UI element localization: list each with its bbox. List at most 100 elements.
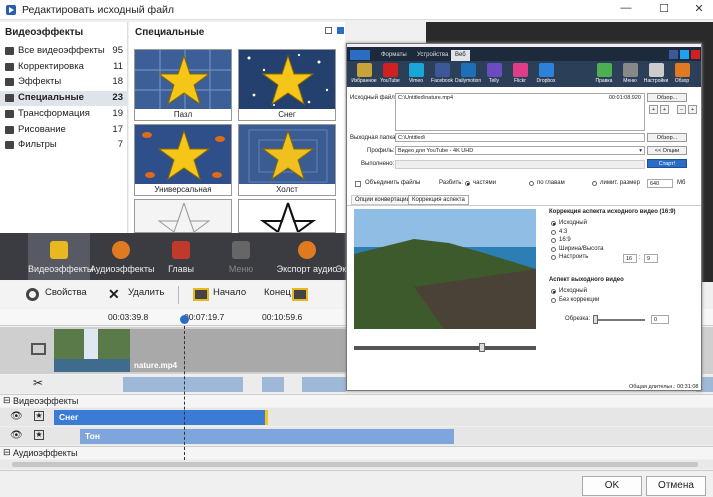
close-icon[interactable]: ✕: [685, 2, 713, 18]
view-toggle-active-icon[interactable]: [337, 27, 344, 34]
category-item[interactable]: Корректировка 11: [0, 60, 128, 75]
add-icon[interactable]: +: [649, 105, 658, 114]
tab-audio-effects[interactable]: Аудиоэффекты: [90, 233, 154, 280]
audio-effects-group[interactable]: ⊟ Аудиоэффекты: [0, 446, 713, 459]
video-clip[interactable]: nature.mp4: [54, 329, 346, 372]
gear-icon[interactable]: [26, 288, 39, 301]
segment[interactable]: [123, 377, 243, 392]
avs-service-button[interactable]: Dropbox: [533, 63, 559, 84]
add-icon[interactable]: +: [660, 105, 669, 114]
category-item[interactable]: Специальные 23: [0, 91, 128, 107]
split-parts-radio[interactable]: [465, 181, 470, 186]
film-track-icon: [31, 343, 46, 355]
aspect-option-radio[interactable]: [551, 289, 556, 294]
ok-button[interactable]: OK: [582, 476, 642, 496]
effect-thumb-universal[interactable]: Универсальная система...: [134, 124, 232, 196]
avs-service-button[interactable]: Telly: [481, 63, 507, 84]
subtab-options[interactable]: Опции конвертации: [351, 195, 414, 205]
delete-button[interactable]: Удалить: [128, 287, 164, 298]
segment[interactable]: [262, 377, 284, 392]
avs-tab-web[interactable]: Веб: [451, 50, 470, 61]
remove-icon[interactable]: −: [677, 105, 686, 114]
playhead-handle[interactable]: [180, 315, 189, 324]
category-item[interactable]: Рисование 17: [0, 123, 128, 138]
preview-seek-bar[interactable]: [354, 346, 536, 350]
cancel-button[interactable]: Отмена: [646, 476, 706, 496]
effect-clip-snow[interactable]: Снег: [54, 410, 268, 425]
avs-service-button[interactable]: Избранное: [351, 63, 377, 84]
maximize-icon[interactable]: ☐: [650, 2, 678, 18]
category-item[interactable]: Все видеоэффекты 95: [0, 44, 128, 59]
end-marker-icon[interactable]: [292, 288, 308, 301]
aspect-option-radio[interactable]: [551, 238, 556, 244]
horizontal-scrollbar[interactable]: [0, 460, 713, 469]
crop-value-field[interactable]: 0: [651, 315, 669, 324]
crop-value: 0: [654, 317, 658, 323]
subtab-aspect[interactable]: Коррекция аспекта: [408, 195, 469, 205]
aspect-option-radio[interactable]: [551, 246, 556, 252]
crop-slider-handle[interactable]: [593, 315, 598, 324]
view-toggle-icon[interactable]: [325, 27, 332, 34]
properties-button[interactable]: Свойства: [45, 287, 87, 298]
avs-service-button[interactable]: Dailymotion: [455, 63, 481, 84]
twitter-icon[interactable]: [680, 50, 689, 59]
avs-service-button[interactable]: Flickr: [507, 63, 533, 84]
join-checkbox[interactable]: [355, 181, 361, 187]
effect-thumb-outline[interactable]: [238, 199, 336, 233]
avs-service-button[interactable]: Vimeo: [403, 63, 429, 84]
menu-icon[interactable]: [350, 50, 370, 60]
output-browse-button[interactable]: Обзор...: [647, 133, 687, 142]
minimize-icon[interactable]: —: [612, 2, 640, 18]
start-marker-icon[interactable]: [193, 288, 209, 301]
effect-thumb-sketch[interactable]: [134, 199, 232, 233]
split-size-radio[interactable]: [592, 181, 597, 186]
segment[interactable]: [302, 377, 346, 392]
delete-x-icon[interactable]: ✕: [108, 286, 120, 303]
output-folder-field[interactable]: C:\Untitled\: [395, 133, 645, 142]
custom-height-field[interactable]: 9: [644, 254, 658, 263]
effect-clip-tone[interactable]: Тон: [80, 429, 454, 444]
avs-tab-devices[interactable]: Устройства: [413, 50, 452, 61]
tab-menu[interactable]: Меню: [210, 233, 272, 280]
seek-handle[interactable]: [479, 343, 485, 352]
avs-service-button[interactable]: Меню: [617, 63, 643, 84]
collapse-icon[interactable]: ⊟: [3, 447, 11, 458]
video-effects-group[interactable]: ⊟ Видеоэффекты: [0, 394, 713, 407]
effect-thumb-snow[interactable]: Снег: [238, 49, 336, 121]
eye-icon[interactable]: 👁: [10, 411, 23, 422]
aspect-option-radio[interactable]: [551, 229, 556, 235]
crop-slider[interactable]: [593, 319, 645, 321]
end-button[interactable]: Конец: [264, 287, 291, 298]
add-icon[interactable]: +: [688, 105, 697, 114]
collapse-icon[interactable]: ⊟: [3, 395, 11, 406]
tab-chapters[interactable]: Главы: [150, 233, 212, 280]
eye-icon[interactable]: 👁: [10, 430, 23, 441]
aspect-option-radio[interactable]: [551, 298, 556, 303]
source-browse-button[interactable]: Обзор...: [647, 93, 687, 102]
split-chapters-radio[interactable]: [529, 181, 534, 186]
avs-service-button[interactable]: Настройки: [643, 63, 669, 84]
avs-tab-formats[interactable]: Форматы: [377, 50, 411, 61]
start-convert-button[interactable]: Старт!: [647, 159, 687, 168]
effect-thumb-canvas[interactable]: Холст: [238, 124, 336, 196]
aspect-option-radio[interactable]: [551, 255, 556, 261]
category-item[interactable]: Трансформация 19: [0, 107, 128, 122]
facebook-icon[interactable]: [669, 50, 678, 59]
avs-service-button[interactable]: Правка: [591, 63, 617, 84]
options-button[interactable]: << Опции: [647, 146, 687, 155]
youtube-small-icon[interactable]: [691, 50, 700, 59]
avs-service-button[interactable]: YouTube: [377, 63, 403, 84]
category-item[interactable]: Эффекты 18: [0, 75, 128, 90]
custom-width-field[interactable]: 16: [623, 254, 637, 263]
avs-service-button[interactable]: Facebook: [429, 63, 455, 84]
tab-video-effects[interactable]: Видеоэффекты: [28, 233, 93, 280]
size-field[interactable]: 640: [647, 179, 673, 188]
scroll-thumb[interactable]: [12, 462, 698, 467]
aspect-option-radio[interactable]: [551, 221, 556, 226]
start-button[interactable]: Начало: [213, 287, 246, 298]
source-file-list[interactable]: C:\Untitled\nature.mp4 00:01:08.920: [395, 93, 645, 131]
effect-thumb-puzzle[interactable]: Пазл: [134, 49, 232, 121]
profile-select[interactable]: Видео для YouTube - 4K UHD ▾: [395, 146, 645, 155]
avs-service-button[interactable]: Обзор: [669, 63, 695, 84]
category-item[interactable]: Фильтры 7: [0, 138, 128, 153]
